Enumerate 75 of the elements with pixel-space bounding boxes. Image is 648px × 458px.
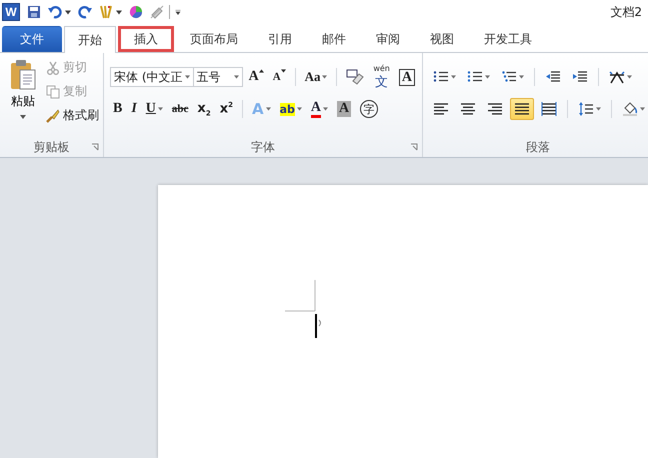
- ribbon-tab[interactable]: 邮件: [308, 26, 360, 52]
- ribbon-tab[interactable]: 页面布局: [176, 26, 252, 52]
- caret-icon: [322, 75, 328, 79]
- text-align-icon: [541, 102, 557, 116]
- copy-icon: [46, 84, 60, 98]
- text-align-icon: [514, 102, 530, 116]
- dialog-launcher-icon[interactable]: [91, 143, 99, 151]
- caret-icon[interactable]: [65, 10, 71, 14]
- customize-caret-icon[interactable]: [175, 10, 181, 14]
- italic-button[interactable]: I: [128, 98, 140, 120]
- file-tab[interactable]: 文件: [2, 26, 62, 52]
- ribbon-tab[interactable]: 开始: [64, 26, 116, 53]
- caret-icon: [519, 75, 524, 79]
- caret-icon: [596, 107, 601, 111]
- clipboard-icon: [9, 59, 37, 91]
- caret-icon: [296, 107, 302, 111]
- scissors-icon: [46, 60, 60, 74]
- caret-icon: [451, 75, 456, 79]
- grow-button[interactable]: A: [246, 66, 267, 88]
- list-icon: [467, 70, 483, 84]
- text-align-icon: [487, 102, 503, 116]
- triangle-icon: [280, 69, 286, 73]
- painter-button[interactable]: 格式刷: [44, 105, 101, 126]
- caret-icon: [20, 115, 26, 119]
- list-icon: [433, 70, 449, 84]
- margin-corner-mark: [285, 280, 316, 312]
- brush-icon: [46, 108, 60, 122]
- underline-button[interactable]: U: [142, 98, 166, 120]
- app-logo: W: [2, 3, 20, 21]
- color-button[interactable]: A: [308, 98, 331, 120]
- group-label: 字体: [251, 138, 275, 156]
- sup-button[interactable]: x$^{2}$: [216, 98, 236, 120]
- ribbon-tab[interactable]: 视图: [416, 26, 468, 52]
- paste-button[interactable]: 粘贴: [2, 57, 44, 137]
- text-layout-icon: [609, 70, 625, 84]
- text-cursor-icon: [315, 314, 323, 338]
- color-wheel-icon[interactable]: [129, 5, 143, 19]
- save-icon[interactable]: [27, 5, 41, 19]
- indent-icon: [545, 70, 561, 84]
- caret-icon: [184, 75, 190, 79]
- sub-button[interactable]: x$_{2}$: [194, 98, 214, 120]
- ribbon-tab[interactable]: 审阅: [362, 26, 414, 52]
- bold-button[interactable]: B: [110, 98, 126, 120]
- phonetic-button[interactable]: wén 文: [370, 66, 393, 88]
- caret-icon: [640, 107, 645, 111]
- group-label: 段落: [526, 138, 550, 156]
- line-spacing-icon: [578, 102, 594, 116]
- paint-bucket-icon: [622, 102, 638, 116]
- caret-icon: [158, 107, 163, 111]
- redo-icon[interactable]: [78, 5, 92, 19]
- caret-icon: [234, 75, 239, 79]
- list-icon: [501, 70, 517, 84]
- text-align-icon: [460, 102, 476, 116]
- group-label: 剪贴板: [34, 138, 70, 156]
- undo-icon[interactable]: [48, 5, 62, 19]
- font-size-dropdown[interactable]: 五号: [192, 67, 243, 87]
- caret-icon: [266, 107, 271, 111]
- triangle-icon: [258, 69, 264, 73]
- ribbon-tab[interactable]: 引用: [254, 26, 306, 52]
- ribbon-tab[interactable]: 开发工具: [470, 26, 546, 52]
- justify-button[interactable]: [510, 98, 534, 120]
- strike-button[interactable]: abc: [168, 98, 192, 120]
- highlight-button[interactable]: ab: [276, 98, 305, 120]
- case-button[interactable]: Aa: [302, 66, 330, 88]
- ribbon-tab[interactable]: 插入: [118, 26, 174, 52]
- caret-icon: [627, 75, 632, 79]
- text-align-icon: [433, 102, 449, 116]
- document-title: 文档2: [610, 4, 642, 20]
- indent-icon: [572, 70, 588, 84]
- dialog-launcher-icon[interactable]: [410, 143, 418, 151]
- font-name-dropdown[interactable]: 宋体 (中文正: [110, 67, 194, 87]
- shrink-button[interactable]: A: [270, 66, 289, 88]
- caret-icon: [485, 75, 490, 79]
- caret-icon[interactable]: [116, 10, 122, 14]
- caret-icon: [322, 107, 328, 111]
